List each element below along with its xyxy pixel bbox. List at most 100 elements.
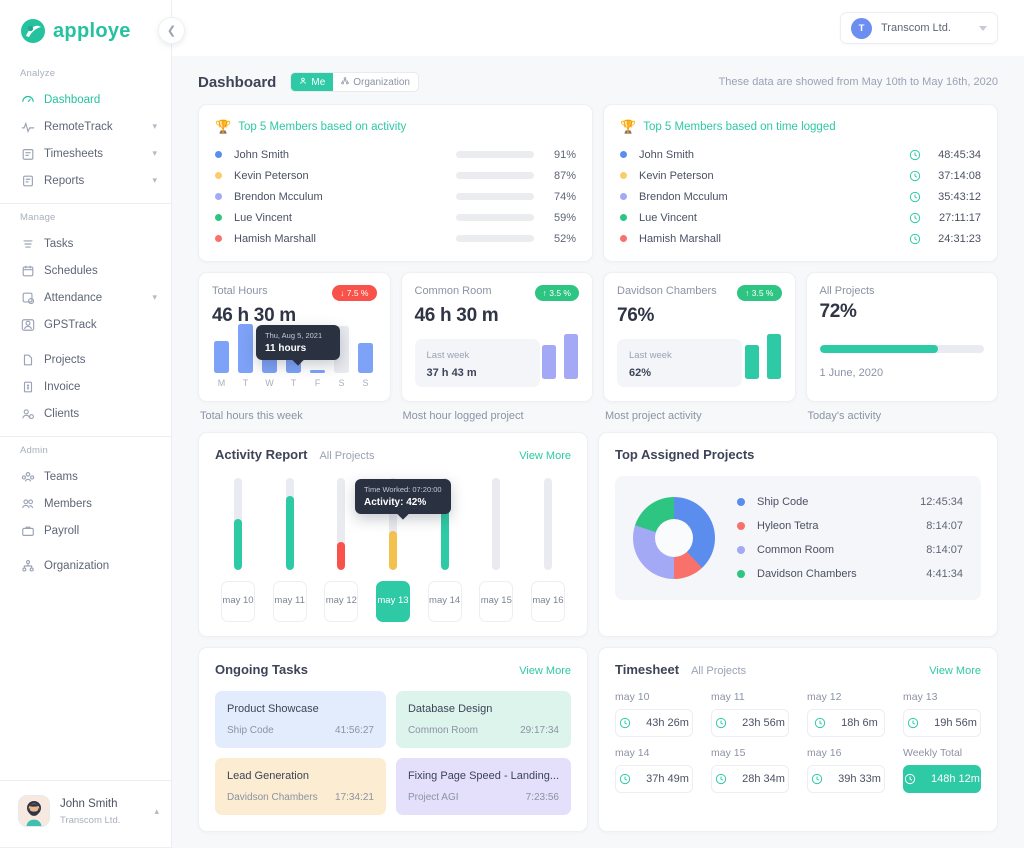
sidebar-item-remotetrack-label: RemoteTrack: [44, 120, 113, 133]
activity-bar-track: [456, 151, 534, 158]
list-item[interactable]: Brendon Mcculum 35:43:12: [620, 186, 981, 207]
chevron-down-icon: ▾: [152, 175, 157, 185]
view-more-link[interactable]: View More: [519, 450, 571, 462]
day-chip[interactable]: may 12: [324, 581, 359, 622]
activity-bar-track: [456, 235, 534, 242]
member-color-dot: [620, 214, 627, 221]
day-chip-selected[interactable]: may 13: [375, 581, 410, 622]
sidebar-item-projects[interactable]: Projects: [0, 346, 171, 373]
app-logo[interactable]: apploye: [0, 0, 171, 62]
sidebar-item-attendance[interactable]: Attendance ▾: [0, 284, 171, 311]
clock-icon: [909, 170, 921, 182]
timesheet-day: may 11: [711, 691, 745, 703]
timesheet-value-pill[interactable]: 19h 56m: [903, 709, 981, 737]
activity-track: [285, 478, 294, 570]
activity-column[interactable]: may 11: [271, 478, 309, 622]
view-more-link[interactable]: View More: [929, 665, 981, 677]
list-item[interactable]: John Smith 91%: [215, 144, 576, 165]
sidebar-profile[interactable]: John Smith Transcom Ltd. ▴: [0, 780, 171, 847]
activity-column[interactable]: may 10: [219, 478, 257, 622]
organization-selector[interactable]: T Transcom Ltd.: [840, 12, 998, 44]
view-more-link[interactable]: View More: [519, 665, 571, 677]
bar-label: T: [290, 378, 297, 388]
list-item[interactable]: Lue Vincent 59%: [215, 207, 576, 228]
davidson-wrap: Davidson Chambers ↑ 3.5 % 76% Last week …: [603, 272, 796, 422]
task-card[interactable]: Fixing Page Speed - Landing... Project A…: [395, 758, 571, 815]
legend-value: 4:41:34: [926, 568, 963, 580]
stat-label: Davidson Chambers: [617, 285, 717, 297]
sidebar-item-tasks[interactable]: Tasks: [0, 230, 171, 257]
list-item[interactable]: Kevin Peterson 37:14:08: [620, 165, 981, 186]
sidebar-item-timesheets[interactable]: Timesheets ▾: [0, 140, 171, 167]
clock-icon: [907, 717, 919, 729]
day-chip-label: may 13: [377, 595, 409, 607]
member-color-dot: [620, 151, 627, 158]
sidebar-item-clients[interactable]: Clients: [0, 400, 171, 427]
list-item[interactable]: Hamish Marshall 24:31:23: [620, 228, 981, 249]
timesheet-value-pill[interactable]: 37h 49m: [615, 765, 693, 793]
timesheet-value-pill[interactable]: 23h 56m: [711, 709, 789, 737]
list-item[interactable]: Hamish Marshall 52%: [215, 228, 576, 249]
tab-organization-label: Organization: [353, 76, 410, 88]
activity-column[interactable]: may 15: [477, 478, 515, 622]
list-item[interactable]: Lue Vincent 27:11:17: [620, 207, 981, 228]
top-members-time-card: 🏆 Top 5 Members based on time logged Joh…: [603, 104, 998, 262]
timesheet-entry: may 16 39h 33m: [807, 747, 885, 793]
total-hours-wrap: Total Hours ↓ 7.5 % 46 h 30 m M T W T F …: [198, 272, 391, 422]
sidebar-item-dashboard[interactable]: Dashboard: [0, 86, 171, 113]
timesheet-value-pill[interactable]: 39h 33m: [807, 765, 885, 793]
clock-icon: [814, 717, 826, 729]
weekly-total-pill[interactable]: 148h 12m: [903, 765, 981, 793]
sidebar-item-organization[interactable]: Organization: [0, 552, 171, 579]
all-projects-wrap: All Projects 72% 1 June, 2020 Today's ac…: [805, 272, 998, 422]
last-week-label: Last week: [629, 350, 672, 361]
tab-me-label: Me: [311, 76, 326, 88]
scope-toggle: Me Organization: [290, 72, 419, 92]
sidebar-item-remotetrack[interactable]: RemoteTrack ▾: [0, 113, 171, 140]
member-name: John Smith: [234, 148, 290, 161]
sidebar-item-payroll[interactable]: Payroll: [0, 517, 171, 544]
task-card[interactable]: Database Design Common Room 29:17:34: [395, 691, 571, 748]
list-item[interactable]: Brendon Mcculum 74%: [215, 186, 576, 207]
chevron-up-icon[interactable]: ▴: [154, 806, 159, 817]
timesheet-entry: may 13 19h 56m: [903, 691, 981, 737]
stat-value: 76%: [617, 305, 655, 326]
list-item[interactable]: John Smith 48:45:34: [620, 144, 981, 165]
davidson-chambers-card: Davidson Chambers ↑ 3.5 % 76% Last week …: [603, 272, 796, 402]
task-card[interactable]: Lead Generation Davidson Chambers 17:34:…: [215, 758, 386, 815]
day-chip[interactable]: may 16: [530, 581, 565, 622]
sidebar-item-invoice[interactable]: Invoice: [0, 373, 171, 400]
sidebar-item-schedules[interactable]: Schedules: [0, 257, 171, 284]
day-chip[interactable]: may 15: [479, 581, 514, 622]
timesheet-value-pill[interactable]: 43h 26m: [615, 709, 693, 737]
timesheet-value-pill[interactable]: 18h 6m: [807, 709, 885, 737]
ongoing-tasks-title: Ongoing Tasks: [215, 662, 308, 677]
stat-label: All Projects: [819, 285, 875, 297]
sidebar-item-gpstrack[interactable]: GPSTrack: [0, 311, 171, 338]
card-header: All Projects: [820, 285, 985, 297]
day-chip[interactable]: may 14: [427, 581, 462, 622]
timesheet-value: 19h 56m: [934, 717, 977, 729]
day-chip[interactable]: may 10: [221, 581, 255, 622]
activity-tooltip: Time Worked: 07:20:00 Activity: 42%: [355, 479, 451, 520]
tab-organization[interactable]: Organization: [333, 73, 418, 91]
bar: [542, 345, 556, 379]
member-time: 24:31:23: [938, 232, 981, 245]
last-week-value: 62%: [629, 367, 652, 379]
tab-me[interactable]: Me: [291, 73, 334, 91]
sidebar-item-teams[interactable]: Teams: [0, 463, 171, 490]
nav-section-manage-label: Manage: [20, 212, 56, 223]
day-chip[interactable]: may 11: [272, 581, 307, 622]
list-item[interactable]: Kevin Peterson 87%: [215, 165, 576, 186]
sidebar-collapse-button[interactable]: ❮: [158, 17, 185, 44]
task-card[interactable]: Product Showcase Ship Code 41:56:27: [215, 691, 386, 748]
activity-column[interactable]: may 16: [529, 478, 567, 622]
sidebar-item-dashboard-label: Dashboard: [44, 93, 101, 106]
donut-chart: [633, 497, 715, 579]
sidebar-item-members[interactable]: Members: [0, 490, 171, 517]
member-color-dot: [215, 193, 222, 200]
timesheet-value-pill[interactable]: 28h 34m: [711, 765, 789, 793]
activity-percent: 52%: [553, 232, 576, 245]
bar-label: F: [314, 378, 321, 388]
sidebar-item-reports[interactable]: Reports ▾: [0, 167, 171, 194]
